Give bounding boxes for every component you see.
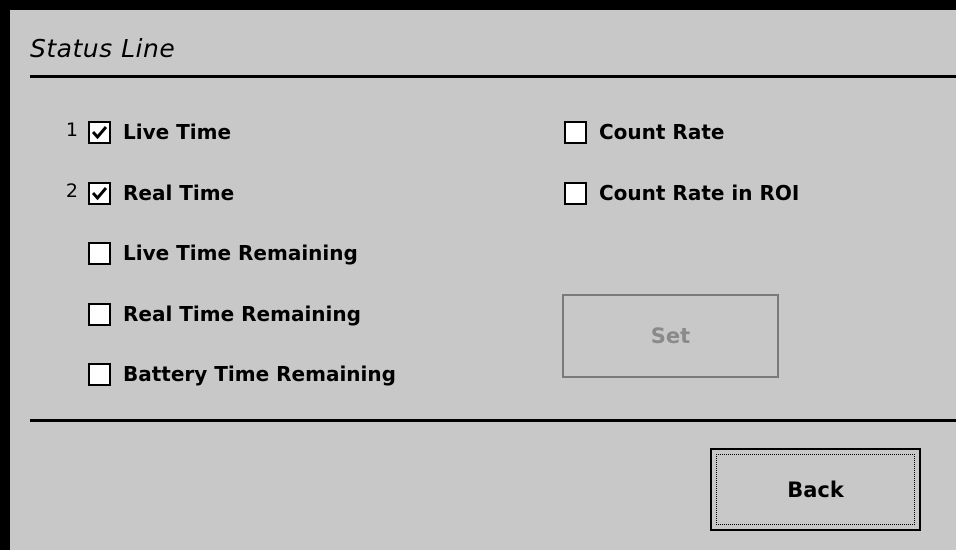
back-button[interactable]: Back — [710, 448, 921, 531]
status-line-window: Status Line 1 Live Time 2 Real Time Live… — [0, 0, 956, 550]
count-rate-in-roi-checkbox[interactable] — [564, 181, 587, 205]
option-index: 1 — [65, 119, 78, 141]
option-battery-time-remaining[interactable]: Battery Time Remaining — [88, 358, 396, 390]
option-real-time[interactable]: 2 Real Time — [58, 177, 234, 209]
real-time-remaining-label: Real Time Remaining — [123, 302, 361, 326]
live-time-remaining-checkbox[interactable] — [88, 241, 111, 265]
battery-time-remaining-checkbox[interactable] — [88, 362, 111, 386]
set-button[interactable]: Set — [562, 294, 779, 378]
live-time-remaining-label: Live Time Remaining — [123, 241, 358, 265]
title-divider — [30, 75, 956, 78]
live-time-checkbox[interactable] — [88, 120, 111, 144]
footer-divider — [30, 419, 956, 422]
status-line-panel: Status Line 1 Live Time 2 Real Time Live… — [10, 10, 956, 550]
page-title: Status Line — [30, 34, 176, 63]
count-rate-in-roi-label: Count Rate in ROI — [599, 181, 800, 205]
real-time-checkbox[interactable] — [88, 181, 111, 205]
real-time-label: Real Time — [123, 181, 235, 205]
live-time-label: Live Time — [123, 120, 232, 144]
real-time-remaining-checkbox[interactable] — [88, 302, 111, 326]
option-count-rate[interactable]: Count Rate — [564, 116, 724, 148]
checkmark-icon — [91, 125, 108, 139]
battery-time-remaining-label: Battery Time Remaining — [123, 362, 396, 386]
count-rate-checkbox[interactable] — [564, 120, 587, 144]
option-index: 2 — [65, 180, 78, 202]
checkmark-icon — [91, 186, 108, 200]
option-real-time-remaining[interactable]: Real Time Remaining — [88, 298, 361, 330]
option-live-time[interactable]: 1 Live Time — [58, 116, 231, 148]
option-live-time-remaining[interactable]: Live Time Remaining — [88, 237, 358, 269]
count-rate-label: Count Rate — [599, 120, 725, 144]
option-count-rate-in-roi[interactable]: Count Rate in ROI — [564, 177, 799, 209]
